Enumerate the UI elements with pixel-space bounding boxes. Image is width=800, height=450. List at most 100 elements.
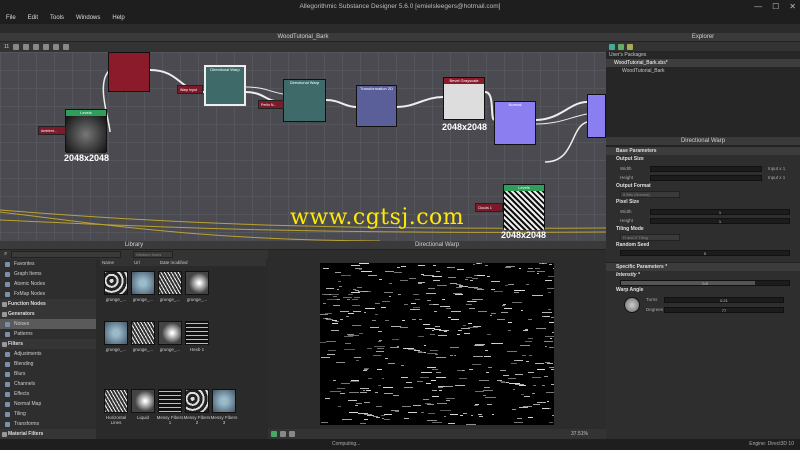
preview-noise-streak bbox=[396, 339, 400, 341]
tiling-mode-select[interactable]: H and V Tiling bbox=[620, 234, 680, 241]
menu-windows[interactable]: Windows bbox=[76, 13, 100, 24]
graph-node-directional-warp-2[interactable]: Directional Warp bbox=[283, 79, 326, 122]
graph-node-input-red[interactable] bbox=[108, 52, 150, 92]
base-parameters-header[interactable]: Base Parameters bbox=[606, 146, 800, 155]
graph-node-warp-input[interactable]: Warp Input bbox=[177, 85, 203, 94]
new-package-icon[interactable] bbox=[609, 43, 615, 50]
library-thumbnail[interactable] bbox=[185, 321, 209, 345]
maximize-icon[interactable]: ☐ bbox=[772, 0, 779, 13]
library-item-transforms[interactable]: Transforms bbox=[0, 419, 96, 429]
graph-node-clouds[interactable]: Clouds 1 bbox=[475, 203, 503, 212]
library-view-select[interactable]: Medium Icons bbox=[133, 251, 174, 258]
search-icon[interactable]: ⌕ bbox=[4, 251, 7, 258]
library-item-material-filters[interactable]: Material Filters bbox=[0, 429, 96, 439]
graph-node-normal[interactable]: Normal bbox=[494, 101, 536, 145]
library-item-generators[interactable]: Generators bbox=[0, 309, 96, 319]
library-columns: Name Url Date modified bbox=[100, 259, 266, 266]
library-thumbnail[interactable] bbox=[131, 271, 155, 295]
align-icon[interactable] bbox=[23, 44, 30, 50]
preview-noise-streak bbox=[320, 313, 329, 315]
library-item-noises[interactable]: Noises bbox=[0, 319, 96, 329]
preview-noise-streak bbox=[532, 403, 540, 405]
library-item-blurs[interactable]: Blurs bbox=[0, 369, 96, 379]
close-icon[interactable]: ✕ bbox=[789, 0, 796, 13]
zoom-fit-icon[interactable] bbox=[53, 44, 60, 50]
library-item-function-nodes[interactable]: Function Nodes bbox=[0, 299, 96, 309]
library-thumbnail[interactable] bbox=[104, 321, 128, 345]
library-thumbnail[interactable] bbox=[131, 321, 155, 345]
graph-canvas[interactable]: Levels 2048x2048 Ambient... Directional … bbox=[0, 52, 606, 241]
grid-icon[interactable] bbox=[289, 431, 295, 437]
explorer-graph-row[interactable]: WoodTutorial_Bark bbox=[606, 67, 800, 75]
library-thumbnail[interactable] bbox=[131, 389, 155, 413]
library-item-filters[interactable]: Filters bbox=[0, 339, 96, 349]
library-thumbnail[interactable] bbox=[104, 271, 128, 295]
library-item-adjustments[interactable]: Adjustments bbox=[0, 349, 96, 359]
library-thumbnail[interactable] bbox=[185, 389, 209, 413]
preview-noise-streak bbox=[512, 409, 516, 411]
menu-tools[interactable]: Tools bbox=[50, 13, 64, 24]
channel-icon[interactable] bbox=[271, 431, 277, 437]
library-thumbnail[interactable] bbox=[158, 389, 182, 413]
library-thumbnail[interactable] bbox=[185, 271, 209, 295]
pixel-width-slider[interactable]: 1 bbox=[650, 208, 790, 215]
tile-icon[interactable] bbox=[280, 431, 286, 437]
library-item-normal-map[interactable]: Normal Map bbox=[0, 399, 96, 409]
preview-noise-streak bbox=[507, 351, 518, 353]
preview-noise-streak bbox=[499, 370, 507, 372]
explorer-package-row[interactable]: WoodTutorial_Bark.sbs* bbox=[606, 59, 800, 67]
library-search-input[interactable] bbox=[11, 251, 122, 258]
library-item-favorites[interactable]: Favorites bbox=[0, 259, 96, 269]
output-format-select[interactable]: 8 Bits (Normal) bbox=[620, 191, 680, 198]
graph-node-bevel[interactable]: Bevel Grayscale bbox=[443, 77, 485, 120]
library-item-fxmap-nodes[interactable]: FxMap Nodes bbox=[0, 289, 96, 299]
library-item-effects[interactable]: Effects bbox=[0, 389, 96, 399]
library-item-patterns[interactable]: Patterns bbox=[0, 329, 96, 339]
preview-noise-streak bbox=[536, 368, 546, 370]
graph-node-levels-2[interactable]: Levels bbox=[503, 184, 545, 230]
intensity-slider[interactable]: 0.8 bbox=[620, 280, 790, 286]
minimize-icon[interactable]: — bbox=[754, 0, 762, 13]
graph-node-output[interactable] bbox=[587, 94, 606, 138]
preview-image[interactable] bbox=[320, 263, 554, 425]
frame-icon[interactable] bbox=[13, 44, 20, 50]
preview-noise-streak bbox=[426, 404, 435, 406]
library-thumbnail[interactable] bbox=[158, 271, 182, 295]
save-icon[interactable] bbox=[627, 43, 633, 50]
link-icon[interactable] bbox=[43, 44, 50, 50]
library-item-atomic-nodes[interactable]: Atomic Nodes bbox=[0, 279, 96, 289]
random-seed-slider[interactable]: 0 bbox=[620, 250, 790, 256]
specific-parameters-header[interactable]: Specific Parameters * bbox=[606, 262, 800, 271]
graph-node-transform[interactable]: Transformation 2D bbox=[356, 85, 397, 127]
graph-node-levels[interactable]: Levels bbox=[65, 109, 107, 153]
library-item-channels[interactable]: Channels bbox=[0, 379, 96, 389]
preview-noise-streak bbox=[437, 284, 448, 286]
library-item-tiling[interactable]: Tiling bbox=[0, 409, 96, 419]
output-format-label: Output Format bbox=[616, 183, 651, 189]
pixel-height-slider[interactable]: 1 bbox=[650, 217, 790, 224]
output-height-slider[interactable] bbox=[650, 174, 762, 181]
preview-noise-streak bbox=[536, 328, 546, 330]
library-thumbnail[interactable] bbox=[212, 389, 236, 413]
graph-node-perlin[interactable]: Perlin N... bbox=[258, 100, 284, 109]
menu-file[interactable]: File bbox=[6, 13, 16, 24]
library-item-graph-items[interactable]: Graph Items bbox=[0, 269, 96, 279]
preview-noise-streak bbox=[333, 304, 340, 306]
comment-icon[interactable] bbox=[33, 44, 40, 50]
turns-slider[interactable]: 0.21 bbox=[664, 296, 784, 303]
preview-noise-streak bbox=[339, 310, 349, 312]
graph-node-directional-warp-1[interactable]: Directional Warp bbox=[204, 65, 246, 106]
degrees-slider[interactable]: 77 bbox=[664, 306, 784, 313]
graph-node-ambient[interactable]: Ambient... bbox=[38, 126, 66, 135]
menu-help[interactable]: Help bbox=[112, 13, 124, 24]
preview-noise-streak bbox=[364, 419, 369, 421]
menu-edit[interactable]: Edit bbox=[28, 13, 38, 24]
preview-noise-streak bbox=[425, 402, 432, 404]
settings-icon[interactable] bbox=[63, 44, 70, 50]
output-width-slider[interactable] bbox=[650, 165, 762, 172]
library-thumbnail[interactable] bbox=[158, 321, 182, 345]
library-thumbnail[interactable] bbox=[104, 389, 128, 413]
open-icon[interactable] bbox=[618, 43, 624, 50]
library-item-blending[interactable]: Blending bbox=[0, 359, 96, 369]
preview-noise-streak bbox=[528, 267, 533, 269]
